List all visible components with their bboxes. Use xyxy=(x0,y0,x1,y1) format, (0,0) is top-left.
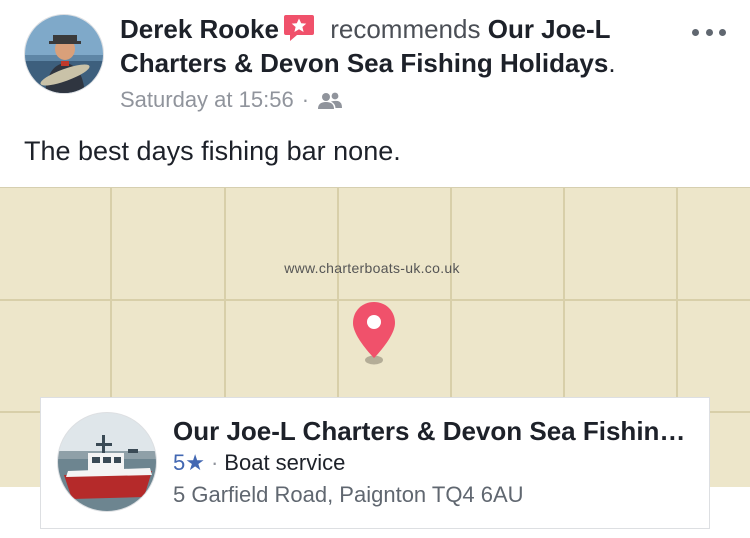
page-name-suffix: . xyxy=(608,48,616,78)
post-body-text: The best days fishing bar none. xyxy=(24,136,401,166)
rating-separator: · xyxy=(210,450,219,475)
map-pin-icon[interactable] xyxy=(351,301,397,367)
author-name[interactable]: Derek Rooke xyxy=(120,14,279,44)
place-category: Boat service xyxy=(224,450,346,475)
place-rating: 5★ xyxy=(173,450,205,475)
post-header: Derek Rooke recommends Our Joe-L Charter… xyxy=(0,0,750,120)
post-timestamp[interactable]: Saturday at 15:56 xyxy=(120,86,294,114)
place-rating-row: 5★ · Boat service xyxy=(173,448,345,478)
post-headline: Derek Rooke recommends Our Joe-L Charter… xyxy=(120,12,680,80)
place-address: 5 Garfield Road, Paignton TQ4 6AU xyxy=(173,482,524,507)
action-text: recommends xyxy=(330,14,481,44)
place-card[interactable]: Our Joe-L Charters & Devon Sea Fishing H… xyxy=(40,397,710,529)
meta-separator: · xyxy=(301,87,310,112)
friends-icon[interactable] xyxy=(317,90,343,110)
recommendation-star-icon xyxy=(283,13,315,43)
more-dot-icon xyxy=(692,28,699,36)
place-thumbnail[interactable] xyxy=(57,412,157,512)
place-title[interactable]: Our Joe-L Charters & Devon Sea Fishing H… xyxy=(173,414,693,448)
author-avatar[interactable] xyxy=(24,14,104,94)
more-dot-icon xyxy=(719,28,726,36)
more-options-button[interactable] xyxy=(692,22,726,42)
more-dot-icon xyxy=(705,28,713,36)
map-watermark: www.charterboats-uk.co.uk xyxy=(284,260,460,276)
post-meta: Saturday at 15:56 · xyxy=(120,86,343,114)
